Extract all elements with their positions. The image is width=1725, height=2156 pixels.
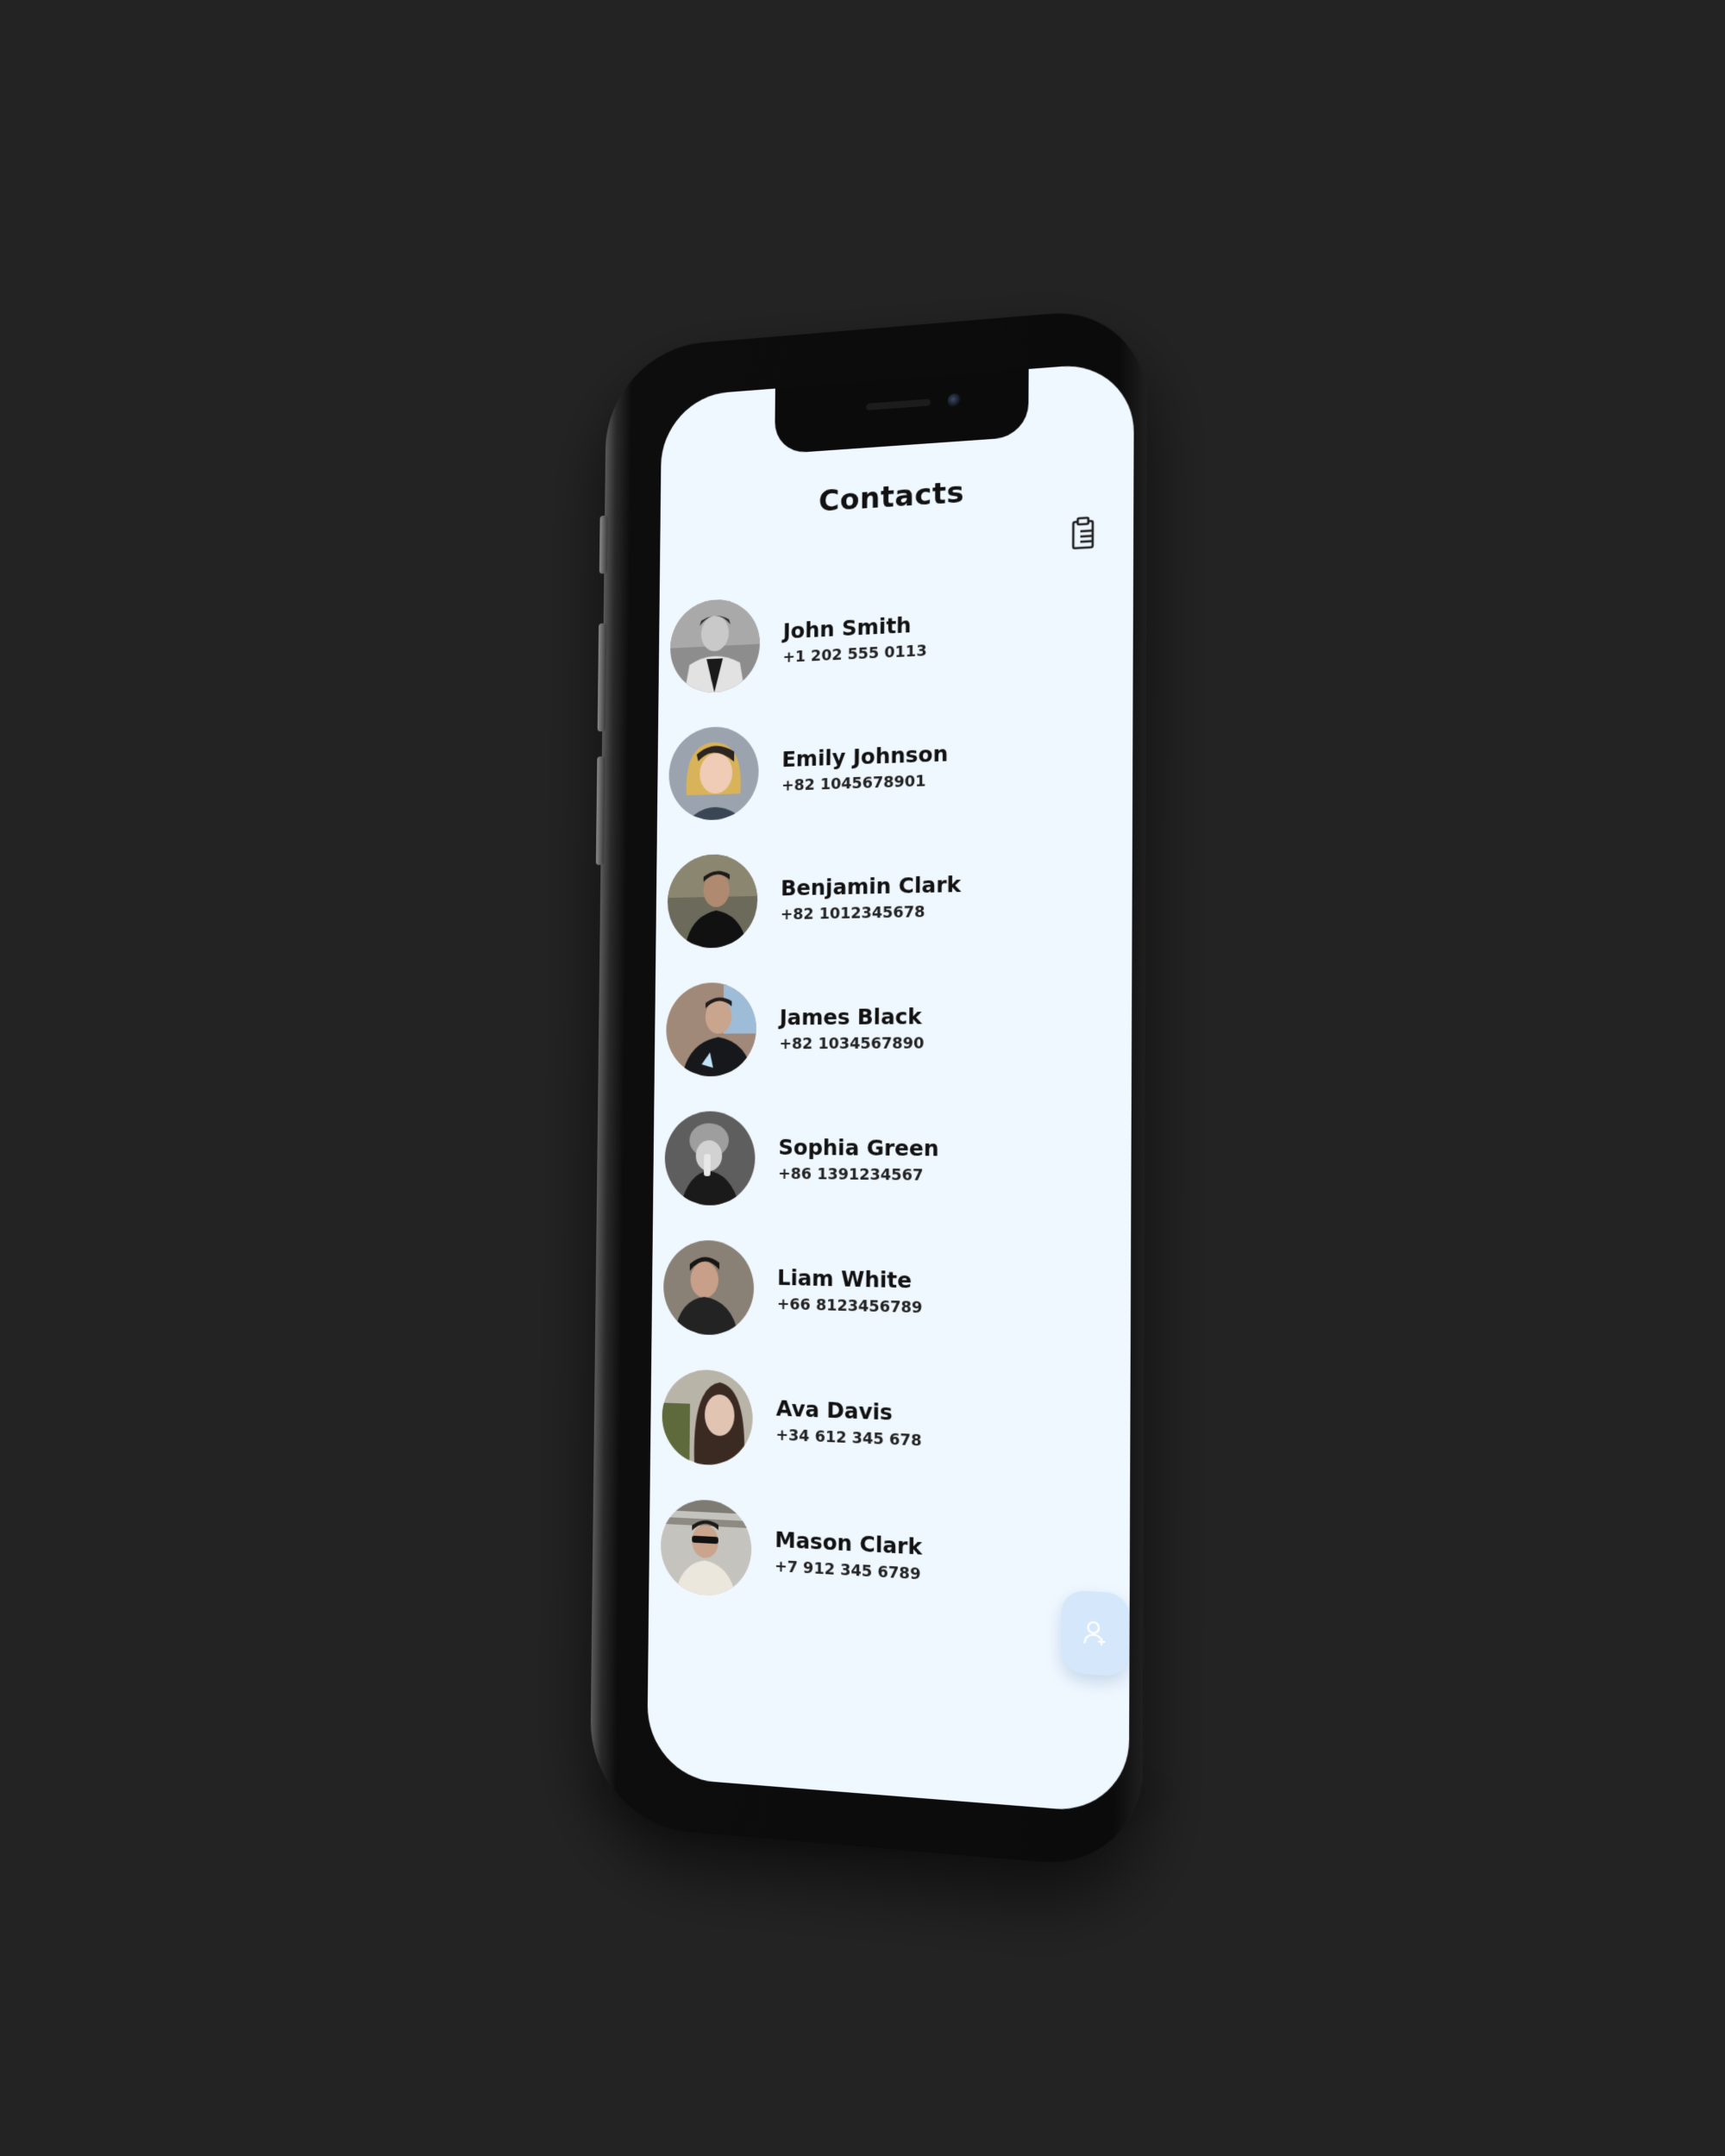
contact-name: Emily Johnson (781, 740, 949, 772)
contact-phone: +7 912 345 6789 (775, 1557, 921, 1583)
contact-phone: +82 1012345678 (780, 902, 925, 924)
app-screen: Contacts John Smith +1 202 555 0113 Emil… (646, 360, 1134, 1815)
contact-phone: +1 202 555 0113 (782, 641, 927, 667)
avatar (662, 1368, 754, 1467)
contact-name: Benjamin Clark (781, 871, 962, 900)
avatar (669, 597, 761, 694)
contact-phone: +82 1045678901 (781, 771, 926, 795)
contact-phone: +86 1391234567 (778, 1164, 924, 1185)
contact-phone: +82 1034567890 (779, 1033, 925, 1053)
volume-down-button (595, 755, 605, 866)
contact-name: John Smith (782, 611, 912, 643)
contact-name: Sophia Green (778, 1134, 939, 1161)
contact-row[interactable]: Benjamin Clark +82 1012345678 (667, 825, 1126, 965)
page-title: Contacts (819, 475, 965, 519)
add-contact-button[interactable] (1061, 1589, 1130, 1677)
avatar (662, 1238, 755, 1336)
contact-name: Mason Clark (775, 1526, 923, 1560)
notch (775, 368, 1029, 454)
speaker-grille (866, 398, 931, 411)
contact-phone: +34 612 345 678 (775, 1426, 922, 1451)
phone-device: Contacts John Smith +1 202 555 0113 Emil… (589, 305, 1148, 1871)
mute-switch (599, 515, 608, 574)
clipboard-delete-button[interactable] (1066, 513, 1101, 554)
contact-name: James Black (779, 1003, 922, 1030)
contact-row[interactable]: Emily Johnson +82 1045678901 (668, 693, 1127, 838)
contact-row[interactable]: Liam White +66 8123456789 (662, 1222, 1126, 1365)
clipboard-delete-icon (1066, 513, 1101, 554)
contact-name: Liam White (777, 1264, 913, 1293)
contact-phone: +66 8123456789 (776, 1294, 923, 1317)
contact-list: John Smith +1 202 555 0113 Emily Johnson… (660, 559, 1128, 1637)
avatar (667, 853, 758, 949)
contact-row[interactable]: Sophia Green +86 1391234567 (664, 1094, 1126, 1229)
avatar (665, 981, 757, 1076)
contact-row[interactable]: Ava Davis +34 612 345 678 (662, 1351, 1126, 1501)
backdrop: Contacts John Smith +1 202 555 0113 Emil… (0, 0, 1725, 2156)
contact-row[interactable]: John Smith +1 202 555 0113 (669, 559, 1127, 711)
volume-up-button (597, 623, 607, 732)
contact-name: Ava Davis (775, 1395, 893, 1426)
avatar (668, 724, 760, 821)
avatar (664, 1110, 756, 1206)
front-camera (947, 392, 962, 408)
contact-row[interactable]: James Black +82 1034567890 (665, 960, 1126, 1094)
contact-row[interactable]: Mason Clark +7 912 345 6789 (660, 1480, 1125, 1638)
add-person-icon (1082, 1618, 1108, 1648)
avatar (660, 1497, 752, 1598)
